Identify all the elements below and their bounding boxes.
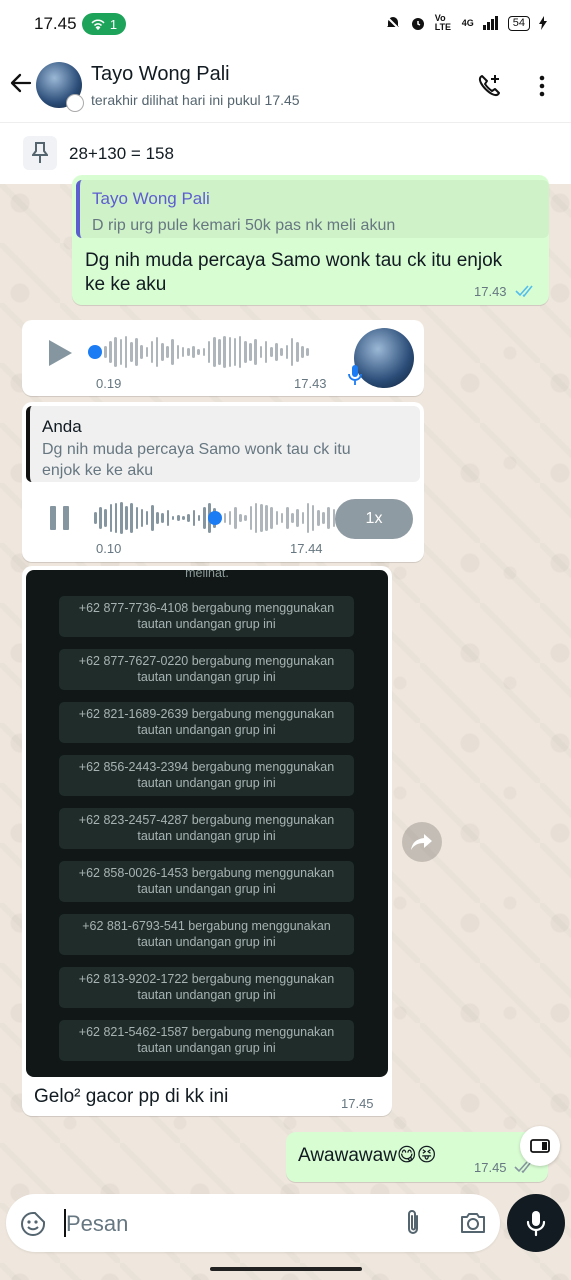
- pause-icon[interactable]: [48, 505, 72, 531]
- alarm-icon: [411, 18, 424, 30]
- chat-header: Tayo Wong Pali terakhir dilihat hari ini…: [0, 50, 571, 122]
- volte-label: Vo LTE: [434, 13, 452, 32]
- charging-icon: [539, 16, 547, 30]
- read-ticks-icon: [515, 285, 533, 297]
- hotspot-badge: 1: [82, 13, 126, 35]
- message-text-line1: Dg nih muda percaya Samo wonk tau ck itu…: [85, 250, 503, 271]
- system-row: +62 881-6793-541 bergabung menggunakan ta…: [59, 914, 354, 955]
- voice-duration: 0.19: [96, 376, 122, 391]
- add-call-icon[interactable]: [476, 72, 504, 100]
- voice-progress-dot[interactable]: [88, 345, 102, 359]
- incoming-voice-message[interactable]: 0.19 17.43: [22, 320, 424, 396]
- message-time: 17.43: [294, 376, 327, 391]
- system-row: +62 877-7627-0220 bergabung menggunakan t…: [59, 649, 354, 690]
- system-row: +62 813-9202-1722 bergabung menggunakan t…: [59, 967, 354, 1008]
- quote-author: Anda: [42, 417, 82, 436]
- quoted-message[interactable]: Tayo Wong Pali D rip urg pule kemari 50k…: [76, 180, 549, 238]
- quote-text: D rip urg pule kemari 50k pas nk meli ak…: [92, 217, 396, 234]
- message-input[interactable]: Pesan: [66, 1211, 128, 1237]
- status-time: 17.45: [34, 14, 77, 33]
- mute-icon: [386, 16, 400, 30]
- voice-waveform[interactable]: [104, 332, 309, 372]
- system-row: +62 821-1689-2639 bergabung menggunakan t…: [59, 702, 354, 743]
- home-indicator: [210, 1267, 362, 1271]
- contact-name[interactable]: Tayo Wong Pali: [91, 63, 230, 86]
- mic-icon: [526, 1211, 546, 1237]
- network-label: 4G: [461, 18, 474, 28]
- back-arrow-icon[interactable]: [8, 70, 34, 96]
- hotspot-icon: [91, 19, 105, 30]
- message-time: 17.44: [290, 541, 323, 556]
- voice-duration: 0.10: [96, 541, 122, 556]
- more-options-icon[interactable]: [530, 72, 554, 100]
- forward-button[interactable]: [402, 822, 442, 862]
- pinned-message-text: 28+130 = 158: [69, 144, 174, 163]
- system-row: +62 856-2443-2394 bergabung menggunakan t…: [59, 755, 354, 796]
- status-bar: 17.45 1 Vo LTE 4G 54: [0, 0, 571, 50]
- pip-toggle-button[interactable]: [520, 1126, 560, 1166]
- message-time: 17.43: [474, 284, 507, 299]
- quoted-message[interactable]: Anda Dg nih muda percaya Samo wonk tau c…: [26, 406, 420, 482]
- disappearing-timer-icon: [66, 94, 84, 112]
- sticker-icon[interactable]: [20, 1211, 46, 1237]
- screenshot-image[interactable]: melihat. +62 877-7736-4108 bergabung men…: [26, 570, 388, 1077]
- play-icon[interactable]: [46, 338, 74, 368]
- pin-icon: [23, 136, 57, 170]
- outgoing-text-message[interactable]: Awawawaw😋😝 17.45: [286, 1132, 548, 1182]
- battery-level: 54: [507, 15, 530, 31]
- signal-icon: [482, 16, 498, 30]
- pip-icon: [530, 1139, 550, 1153]
- system-row: +62 858-0026-1453 bergabung menggunakan t…: [59, 861, 354, 902]
- voice-progress-dot[interactable]: [208, 511, 222, 525]
- mic-icon: [348, 365, 362, 385]
- message-text: Awawawaw😋😝: [298, 1145, 437, 1166]
- camera-icon[interactable]: [459, 1211, 487, 1235]
- system-row: +62 823-2457-4287 bergabung menggunakan t…: [59, 808, 354, 849]
- message-time: 17.45: [341, 1096, 374, 1111]
- message-time: 17.45: [474, 1160, 507, 1175]
- message-composer[interactable]: Pesan: [6, 1194, 500, 1252]
- system-row: +62 821-5462-1587 bergabung menggunakan t…: [59, 1020, 354, 1061]
- system-row: +62 877-7736-4108 bergabung menggunakan t…: [59, 596, 354, 637]
- forward-icon: [411, 834, 432, 850]
- last-seen-status: terakhir dilihat hari ini pukul 17.45: [91, 92, 300, 108]
- quote-author: Tayo Wong Pali: [92, 189, 210, 208]
- image-top-text: melihat.: [185, 570, 229, 580]
- quote-text-line1: Dg nih muda percaya Samo wonk tau ck itu: [42, 441, 351, 458]
- hotspot-count: 1: [109, 16, 118, 32]
- message-text-line2: ke ke aku: [85, 274, 167, 295]
- playback-speed-button[interactable]: 1x: [335, 499, 413, 539]
- outgoing-reply-message[interactable]: Tayo Wong Pali D rip urg pule kemari 50k…: [72, 175, 549, 305]
- voice-record-button[interactable]: [507, 1194, 565, 1252]
- status-icons: Vo LTE 4G 54: [385, 14, 547, 32]
- sender-avatar: [354, 328, 414, 388]
- image-caption: Gelo² gacor pp di kk ini: [34, 1086, 229, 1107]
- attach-icon[interactable]: [404, 1209, 422, 1237]
- quote-text-line2: enjok ke ke aku: [42, 462, 154, 479]
